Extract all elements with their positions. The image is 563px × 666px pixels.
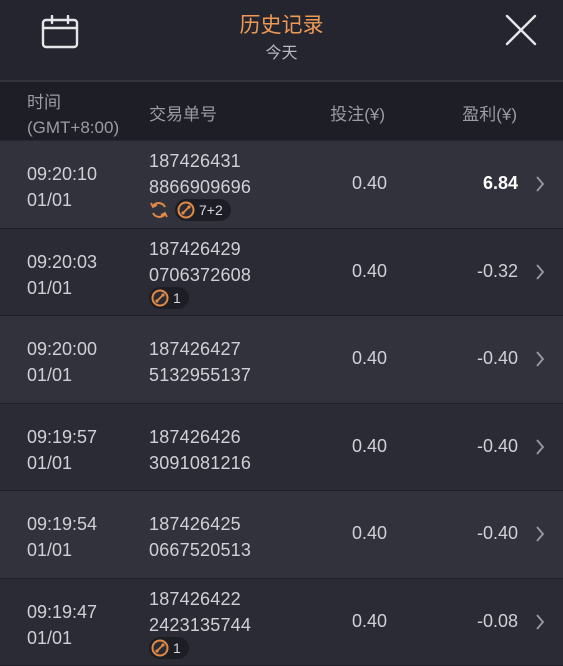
bet-amount: 0.40 [352,173,387,194]
record-time: 09:19:5401/01 [27,511,97,563]
order-number: 1874264250667520513 [149,511,251,563]
record-badges: 1 [149,287,189,309]
record-time: 09:20:1001/01 [27,161,97,213]
record-date-value: 01/01 [27,450,97,476]
time-column-header: 时间 (GMT+8:00) [27,90,119,140]
record-time: 09:19:5701/01 [27,424,97,476]
record-row[interactable]: 09:20:0001/01 1874264275132955137 0.40 -0.4… [0,316,563,404]
chevron-right-icon [535,175,545,193]
bonus-badge-count: 7+2 [199,202,223,218]
bonus-orb-icon [151,639,169,657]
record-time-value: 09:19:57 [27,424,97,450]
page-title: 历史记录 [0,9,563,39]
order-number-line2: 0706372608 [149,262,251,288]
chevron-right-icon [535,613,545,631]
order-number-line2: 8866909696 [149,174,251,200]
record-time: 09:19:4701/01 [27,599,97,651]
record-date-value: 01/01 [27,187,97,213]
bonus-orb-icon [177,201,195,219]
order-number-line2: 0667520513 [149,537,251,563]
profit-amount: -0.40 [477,523,518,544]
bet-amount: 0.40 [352,261,387,282]
order-number-line2: 2423135744 [149,612,251,638]
record-date-value: 01/01 [27,275,97,301]
bonus-badge: 7+2 [175,199,231,221]
record-date-value: 01/01 [27,362,97,388]
column-header-row: 时间 (GMT+8:00) 交易单号 投注(¥) 盈利(¥) [0,82,563,140]
profit-amount: -0.40 [477,436,518,457]
record-time-value: 09:20:03 [27,249,97,275]
order-number: 1874264263091081216 [149,424,251,476]
order-number-line1: 187426427 [149,336,251,362]
order-number: 1874264222423135744 [149,586,251,638]
profit-amount: 6.84 [483,173,518,194]
bet-amount: 0.40 [352,348,387,369]
record-badges: 7+2 [149,199,231,221]
record-row[interactable]: 09:19:5701/01 1874264263091081216 0.40 -0.4… [0,404,563,492]
bet-amount: 0.40 [352,611,387,632]
bet-amount: 0.40 [352,523,387,544]
order-number-line1: 187426425 [149,511,251,537]
chevron-right-icon [535,525,545,543]
bonus-badge-count: 1 [173,290,181,306]
record-time-value: 09:19:47 [27,599,97,625]
record-date-value: 01/01 [27,537,97,563]
bonus-orb-icon [151,289,169,307]
profit-amount: -0.32 [477,261,518,282]
record-row[interactable]: 09:19:5401/01 1874264250667520513 0.40 -0.4… [0,491,563,579]
bonus-badge-count: 1 [173,640,181,656]
record-time: 09:20:0301/01 [27,249,97,301]
record-date-value: 01/01 [27,625,97,651]
chevron-right-icon [535,438,545,456]
header-bar: 历史记录 今天 [0,0,563,82]
order-number: 1874264275132955137 [149,336,251,388]
order-number: 1874264318866909696 [149,148,251,200]
bet-amount: 0.40 [352,436,387,457]
bonus-badge: 1 [149,287,189,309]
chevron-right-icon [535,350,545,368]
time-header-label: 时间 [27,90,119,115]
bonus-badge: 1 [149,637,189,659]
chevron-right-icon [535,263,545,281]
record-row[interactable]: 09:20:0301/01 1874264290706372608 1 0.40 -0.… [0,229,563,317]
order-number: 1874264290706372608 [149,236,251,288]
profit-amount: -0.08 [477,611,518,632]
order-number-line1: 187426431 [149,148,251,174]
profit-amount: -0.40 [477,348,518,369]
close-icon[interactable] [504,13,538,47]
timezone-label: (GMT+8:00) [27,115,119,140]
profit-column-header: 盈利(¥) [462,100,517,125]
records-list: 09:20:1001/0118742643188669096967+20.406… [0,141,563,666]
order-number-line2: 3091081216 [149,450,251,476]
order-column-header: 交易单号 [149,100,217,125]
record-time-value: 09:19:54 [27,511,97,537]
record-row[interactable]: 09:20:1001/01 1874264318866909696 7+2 0.40 6… [0,141,563,229]
page-subtitle: 今天 [0,39,563,63]
record-badges: 1 [149,637,189,659]
order-number-line2: 5132955137 [149,362,251,388]
bet-column-header: 投注(¥) [330,100,385,125]
order-number-line1: 187426426 [149,424,251,450]
order-number-line1: 187426422 [149,586,251,612]
refresh-icon [149,200,169,220]
order-number-line1: 187426429 [149,236,251,262]
record-time: 09:20:0001/01 [27,336,97,388]
record-time-value: 09:20:10 [27,161,97,187]
record-row[interactable]: 09:19:4701/01 1874264222423135744 1 0.40 -0.… [0,579,563,666]
record-time-value: 09:20:00 [27,336,97,362]
